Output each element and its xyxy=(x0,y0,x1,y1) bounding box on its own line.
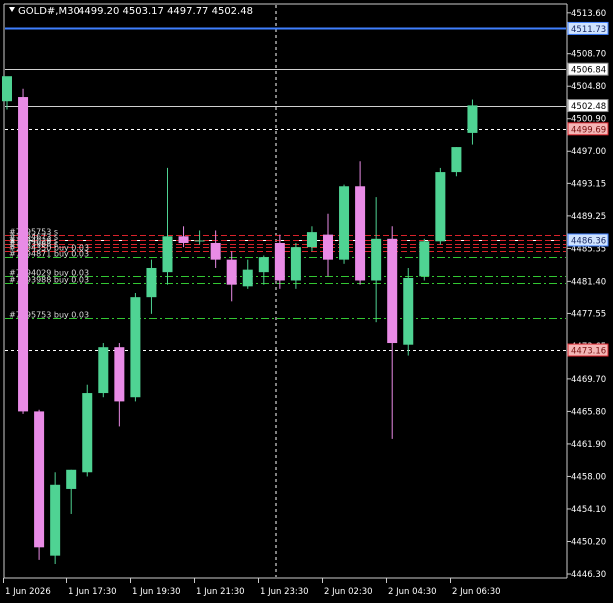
candle-body-3 xyxy=(50,484,61,556)
price-marker-label-4: 4486.36 xyxy=(571,236,606,246)
candle-body-8 xyxy=(130,297,141,398)
price-marker-label-1: 4506.84 xyxy=(571,66,606,76)
price-marker-label-2: 4502.48 xyxy=(571,102,606,112)
candle-body-18 xyxy=(290,247,301,281)
candle-body-20 xyxy=(323,234,333,260)
price-tick-label-4: 4497.00 xyxy=(571,147,606,157)
candle-body-22 xyxy=(355,186,366,281)
time-tick-label-0: 1 Jun 2026 xyxy=(5,587,51,597)
chart-header: GOLD#,M30 4499.20 4503.17 4497.77 4502.4… xyxy=(9,6,253,17)
candle-body-16 xyxy=(258,257,269,273)
candle-body-14 xyxy=(226,259,237,285)
candle-body-4 xyxy=(66,469,77,489)
price-tick-label-2: 4504.80 xyxy=(571,82,606,92)
candle-body-0 xyxy=(2,76,12,102)
price-tick-label-5: 4493.15 xyxy=(571,179,606,189)
price-tick-label-9: 4477.55 xyxy=(571,309,606,319)
candle-body-24 xyxy=(387,238,398,344)
price-tick-label-11: 4469.70 xyxy=(571,375,606,385)
candle-body-6 xyxy=(98,347,109,394)
price-marker-label-0: 4511.73 xyxy=(571,25,606,35)
candle-body-25 xyxy=(403,277,414,345)
candle-body-9 xyxy=(146,267,157,298)
candle-body-15 xyxy=(242,269,253,287)
candle-body-19 xyxy=(306,232,317,248)
price-tick-label-0: 4513.60 xyxy=(571,9,606,19)
price-tick-label-14: 4458.00 xyxy=(571,472,606,482)
time-tick-label-3: 1 Jun 21:30 xyxy=(196,587,245,597)
candle-body-23 xyxy=(371,238,382,281)
candle-body-10 xyxy=(162,236,173,273)
time-tick-label-1: 1 Jun 17:30 xyxy=(68,587,117,597)
time-tick-label-6: 2 Jun 04:30 xyxy=(388,587,437,597)
candle-body-29 xyxy=(467,105,478,133)
candle-body-17 xyxy=(274,242,285,281)
price-tick-label-8: 4481.40 xyxy=(571,277,606,287)
candle-body-5 xyxy=(82,393,93,473)
candle-body-2 xyxy=(34,411,45,548)
ohlc-readout: 4499.20 4503.17 4497.77 4502.48 xyxy=(78,6,253,17)
chart-background xyxy=(0,0,613,603)
time-tick-label-7: 2 Jun 06:30 xyxy=(452,587,501,597)
price-tick-label-15: 4454.10 xyxy=(571,505,606,515)
candle-body-13 xyxy=(210,242,221,260)
time-tick-label-5: 2 Jun 02:30 xyxy=(324,587,373,597)
price-tick-label-16: 4450.20 xyxy=(571,537,606,547)
symbol-label: GOLD#,M30 xyxy=(18,6,80,17)
candle-body-1 xyxy=(18,97,29,412)
candle-body-27 xyxy=(435,172,446,242)
price-tick-label-12: 4465.80 xyxy=(571,407,606,417)
candle-body-21 xyxy=(339,186,350,260)
candle-body-7 xyxy=(114,347,125,402)
price-marker-label-5: 4473.16 xyxy=(571,347,606,357)
candle-body-28 xyxy=(451,147,462,173)
price-tick-label-13: 4461.90 xyxy=(571,440,606,450)
time-tick-label-4: 1 Jun 23:30 xyxy=(260,587,309,597)
candle-body-11 xyxy=(178,236,189,243)
price-tick-label-17: 4446.30 xyxy=(571,570,606,580)
candle-body-12 xyxy=(194,240,205,242)
candle-body-26 xyxy=(419,241,430,277)
chart-canvas[interactable]: #7195753 s#7194673 s#7194029 s#7193988 s… xyxy=(0,0,613,603)
price-tick-label-6: 4489.25 xyxy=(571,212,606,222)
price-tick-label-1: 4508.70 xyxy=(571,50,606,60)
price-marker-label-3: 4499.69 xyxy=(571,125,606,135)
time-tick-label-2: 1 Jun 19:30 xyxy=(132,587,181,597)
